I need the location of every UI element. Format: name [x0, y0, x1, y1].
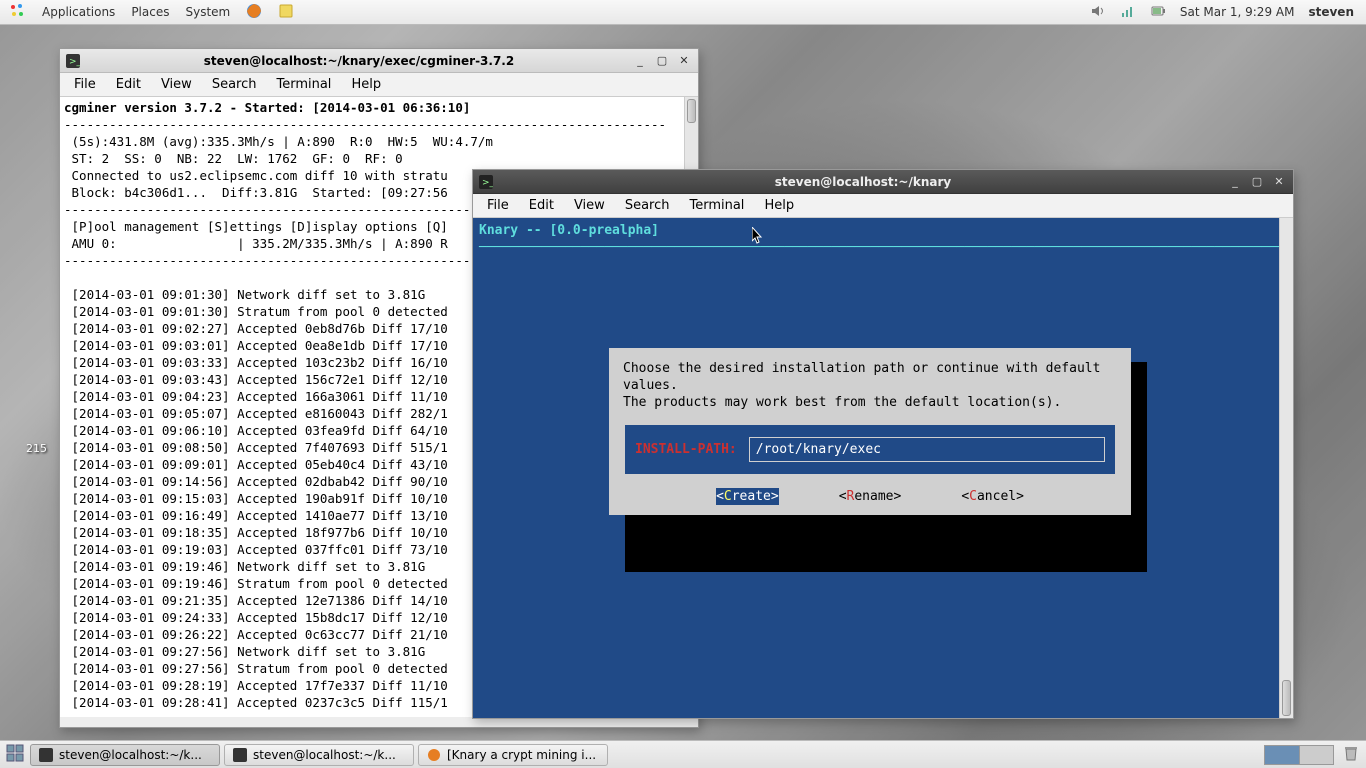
divider: ────────────────────────────────────────…	[473, 239, 1293, 256]
volume-icon[interactable]	[1090, 3, 1106, 22]
terminal-knary-window: >_ steven@localhost:~/knary _ ▢ ✕ File E…	[472, 169, 1294, 719]
workspace-1[interactable]	[1265, 746, 1300, 764]
create-button[interactable]: <Create>	[716, 488, 779, 505]
rename-button[interactable]: <Rename>	[839, 488, 902, 505]
window-title: steven@localhost:~/knary/exec/cgminer-3.…	[86, 54, 632, 68]
system-menu[interactable]: System	[185, 5, 230, 19]
minimize-button[interactable]: _	[1227, 174, 1243, 190]
close-button[interactable]: ✕	[1271, 174, 1287, 190]
input-frame: INSTALL-PATH:	[625, 425, 1115, 474]
taskbar-item-terminal1[interactable]: steven@localhost:~/k...	[30, 744, 220, 766]
install-path-label: INSTALL-PATH:	[635, 441, 737, 458]
menu-edit[interactable]: Edit	[521, 196, 562, 215]
menu-view[interactable]: View	[153, 75, 200, 94]
titlebar[interactable]: >_ steven@localhost:~/knary _ ▢ ✕	[473, 170, 1293, 194]
menu-help[interactable]: Help	[343, 75, 389, 94]
maximize-button[interactable]: ▢	[1249, 174, 1265, 190]
install-path-input[interactable]	[749, 437, 1105, 462]
scrollbar-thumb[interactable]	[687, 99, 696, 123]
network-icon[interactable]	[1120, 3, 1136, 22]
taskbar-item-terminal2[interactable]: steven@localhost:~/k...	[224, 744, 414, 766]
workspace-switcher[interactable]	[1264, 745, 1334, 765]
battery-icon[interactable]	[1150, 3, 1166, 22]
scrollbar[interactable]	[1279, 218, 1293, 718]
cancel-button[interactable]: <Cancel>	[961, 488, 1024, 505]
scrollbar-thumb[interactable]	[1282, 680, 1291, 716]
terminal-output[interactable]: Knary -- [0.0-prealpha] ────────────────…	[473, 218, 1293, 718]
firefox-launcher-icon[interactable]	[246, 3, 262, 22]
install-path-dialog: Choose the desired installation path or …	[609, 348, 1131, 515]
top-panel: Applications Places System Sat Mar 1, 9:…	[0, 0, 1366, 25]
dialog-message: Choose the desired installation path or …	[617, 360, 1123, 421]
terminal-icon: >_	[66, 54, 80, 68]
menu-view[interactable]: View	[566, 196, 613, 215]
clock[interactable]: Sat Mar 1, 9:29 AM	[1180, 5, 1295, 19]
bottom-panel: steven@localhost:~/k... steven@localhost…	[0, 740, 1366, 768]
menu-search[interactable]: Search	[617, 196, 678, 215]
close-button[interactable]: ✕	[676, 53, 692, 69]
notes-launcher-icon[interactable]	[278, 3, 294, 22]
svg-text:>_: >_	[482, 178, 493, 188]
places-menu[interactable]: Places	[131, 5, 169, 19]
trash-icon[interactable]	[1334, 744, 1360, 765]
app-title: Knary -- [0.0-prealpha]	[473, 218, 1293, 239]
gnome-logo-icon[interactable]	[8, 2, 26, 23]
user-menu[interactable]: steven	[1308, 5, 1354, 19]
minimize-button[interactable]: _	[632, 53, 648, 69]
terminal-icon: >_	[479, 175, 493, 189]
menu-file[interactable]: File	[66, 75, 104, 94]
svg-text:>_: >_	[69, 57, 80, 67]
titlebar[interactable]: >_ steven@localhost:~/knary/exec/cgminer…	[60, 49, 698, 73]
desktop-item-label: 215	[26, 442, 47, 455]
menubar: File Edit View Search Terminal Help	[60, 73, 698, 97]
menu-search[interactable]: Search	[204, 75, 265, 94]
menubar: File Edit View Search Terminal Help	[473, 194, 1293, 218]
applications-menu[interactable]: Applications	[42, 5, 115, 19]
show-desktop-button[interactable]	[6, 744, 24, 765]
taskbar-item-firefox[interactable]: [Knary a crypt mining i...	[418, 744, 608, 766]
menu-terminal[interactable]: Terminal	[681, 196, 752, 215]
menu-edit[interactable]: Edit	[108, 75, 149, 94]
maximize-button[interactable]: ▢	[654, 53, 670, 69]
menu-file[interactable]: File	[479, 196, 517, 215]
menu-help[interactable]: Help	[756, 196, 802, 215]
menu-terminal[interactable]: Terminal	[268, 75, 339, 94]
window-title: steven@localhost:~/knary	[499, 175, 1227, 189]
workspace-2[interactable]	[1300, 746, 1334, 764]
